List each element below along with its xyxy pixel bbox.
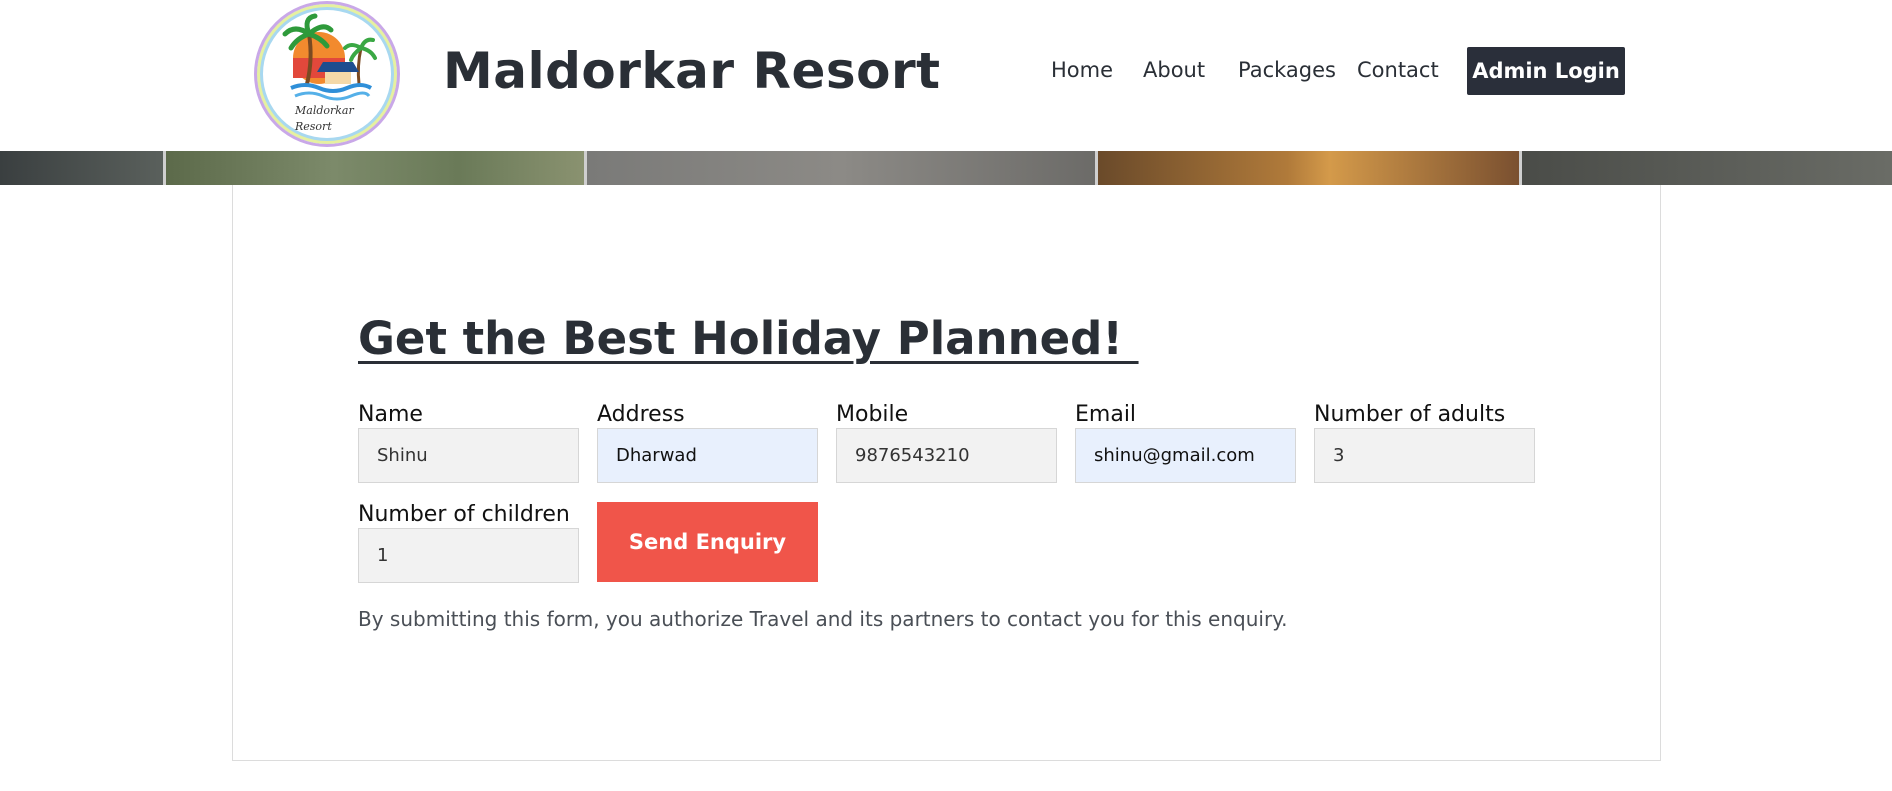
email-input[interactable]: shinu@gmail.com [1075, 428, 1296, 483]
site-brand-title[interactable]: Maldorkar Resort [443, 42, 941, 100]
send-enquiry-button[interactable]: Send Enquiry [597, 502, 818, 582]
adults-input[interactable]: 3 [1314, 428, 1535, 483]
nav-packages-link[interactable]: Packages [1238, 58, 1336, 82]
nav-about-link[interactable]: About [1143, 58, 1205, 82]
email-label: Email [1075, 402, 1137, 427]
children-label: Number of children [358, 502, 570, 527]
adults-label: Number of adults [1314, 402, 1506, 427]
address-input[interactable]: Dharwad [597, 428, 818, 483]
logo-text-line2: Resort [295, 120, 332, 133]
admin-login-button[interactable]: Admin Login [1467, 47, 1625, 95]
mobile-input[interactable]: 9876543210 [836, 428, 1057, 483]
logo-text-line1: Maldorkar [295, 104, 354, 117]
name-label: Name [358, 402, 423, 427]
name-input[interactable]: Shinu [358, 428, 579, 483]
resort-logo[interactable]: Maldorkar Resort [254, 1, 400, 147]
nav-contact-link[interactable]: Contact [1357, 58, 1439, 82]
address-label: Address [597, 402, 685, 427]
form-disclaimer: By submitting this form, you authorize T… [358, 607, 1288, 631]
site-header: Maldorkar Resort Maldorkar Resort Home A… [0, 0, 1892, 151]
children-input[interactable]: 1 [358, 528, 579, 583]
nav-home-link[interactable]: Home [1051, 58, 1113, 82]
hero-banner-strip [0, 151, 1892, 185]
mobile-label: Mobile [836, 402, 909, 427]
form-title: Get the Best Holiday Planned! [358, 312, 1139, 365]
